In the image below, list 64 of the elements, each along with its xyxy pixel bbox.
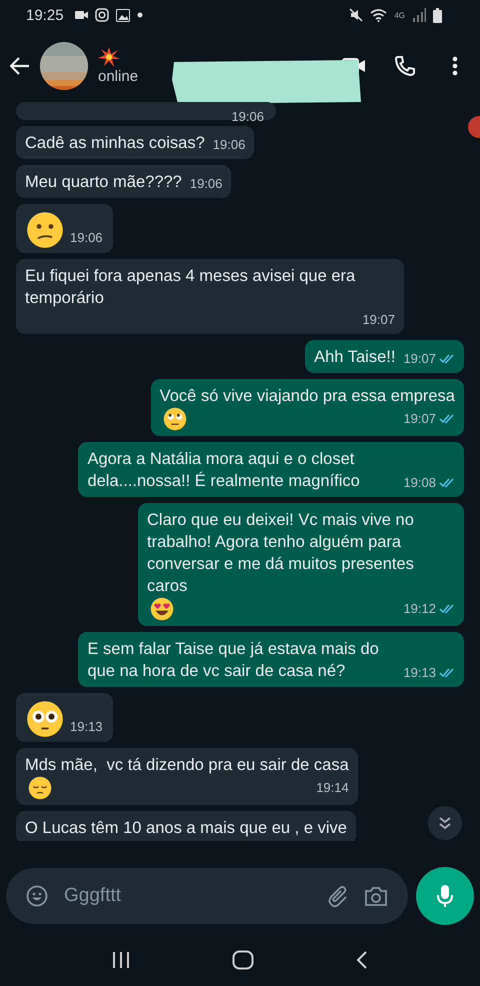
camera-icon[interactable] — [364, 885, 388, 907]
message-time: 19:07 — [403, 410, 436, 428]
message-bubble[interactable]: O Lucas têm 10 anos a mais que eu , e vive — [16, 811, 356, 841]
scroll-down-button[interactable] — [428, 806, 462, 840]
message-time: 19:12 — [403, 600, 436, 618]
message-text: E sem falar Taise que já estava mais do que na hora de vc sair de casa né? — [87, 639, 380, 682]
more-options-icon[interactable] — [452, 56, 458, 76]
recent-apps-icon[interactable] — [110, 951, 131, 969]
message-text: Cadê as minhas coisas? — [25, 133, 205, 154]
message-text: Agora a Natália mora aqui e o closet dela....nossa!! É realmente magnífico — [87, 449, 361, 492]
message-text: Claro que eu deixei! Vc mais vive no trabalho! Agora tenho alguém para conversar e me dá muitos presentes caros — [147, 510, 415, 597]
message-field[interactable]: Gggfttt — [6, 868, 408, 924]
message-bubble[interactable]: Ahh Taise!! 19:07 — [305, 340, 464, 373]
message-bubble[interactable]: Mds mãe, vc tá dizendo pra eu sair de casa 19:14 — [16, 748, 358, 805]
back-icon[interactable] — [10, 57, 30, 75]
message-time: 19:13 — [70, 718, 103, 736]
emoji-icon — [26, 700, 64, 738]
message-bubble[interactable]: Claro que eu deixei! Vc mais vive no trabalho! Agora tenho alguém para conversar e me dá muitos presentes caros 19:12 — [138, 503, 464, 626]
signal-icon — [412, 8, 426, 22]
message-bubble[interactable]: E sem falar Taise que já estava mais do que na hora de vc sair de casa né? 19:13 — [78, 632, 464, 687]
message-text: Meu quarto mãe???? — [25, 172, 182, 193]
message-bubble[interactable]: Eu fiquei fora apenas 4 meses avisei que era temporário 19:07 — [16, 259, 404, 334]
microphone-icon — [436, 884, 454, 908]
message-text: Ahh Taise!! — [314, 347, 396, 368]
back-nav-icon[interactable] — [355, 950, 370, 970]
message-bubble[interactable]: Meu quarto mãe???? 19:06 — [16, 165, 232, 198]
message-time: 19:14 — [316, 779, 349, 797]
chevron-down-icon — [438, 816, 452, 830]
message-text: O Lucas têm 10 anos a mais que eu , e vive — [25, 818, 347, 839]
message-bubble[interactable]: 19:06 — [16, 102, 276, 120]
network-type: 4G — [394, 10, 405, 20]
battery-icon — [433, 8, 442, 22]
message-time: 19:08 — [403, 474, 436, 492]
message-time: 19:07 — [403, 350, 436, 368]
wifi-icon — [370, 8, 388, 22]
message-time: 19:06 — [190, 175, 222, 193]
mute-icon — [349, 8, 364, 22]
emoji-icon — [162, 407, 187, 431]
message-text: Mds mãe, vc tá dizendo pra eu sair de casa — [25, 755, 349, 776]
emoji-icon — [26, 211, 64, 249]
message-bubble[interactable]: Cadê as minhas coisas? 19:06 — [16, 126, 254, 159]
message-bubble[interactable]: 19:06 — [16, 204, 113, 253]
message-time: 19:06 — [70, 229, 103, 247]
dot-icon — [136, 12, 143, 18]
message-time: 19:07 — [362, 311, 395, 329]
message-input-field[interactable]: Gggfttt — [62, 884, 312, 908]
contact-status: online — [98, 68, 138, 85]
message-bubble[interactable]: Você só vive viajando pra essa empresa 19:07 — [150, 379, 464, 436]
message-text: Eu fiquei fora apenas 4 meses avisei que era temporário — [25, 266, 356, 309]
message-time: 19:06 — [212, 136, 246, 154]
video-camera-icon — [74, 10, 88, 20]
message-time: 19:13 — [403, 664, 436, 682]
message-bubble[interactable]: Agora a Natália mora aqui e o closet dela....nossa!! É realmente magnífico 19:08 — [78, 442, 464, 497]
status-time: 19:25 — [26, 6, 64, 24]
emoji-icon — [28, 776, 52, 800]
home-icon[interactable] — [232, 950, 254, 970]
emoji-icon — [150, 597, 174, 621]
message-bubble[interactable]: 19:13 — [16, 693, 113, 742]
image-icon — [116, 8, 130, 22]
camera-app-icon — [94, 8, 109, 22]
explosion-icon — [98, 47, 120, 67]
emoji-icon[interactable] — [26, 885, 48, 907]
phone-icon[interactable] — [394, 55, 416, 77]
message-text: Você só vive viajando pra essa empresa — [160, 386, 455, 407]
